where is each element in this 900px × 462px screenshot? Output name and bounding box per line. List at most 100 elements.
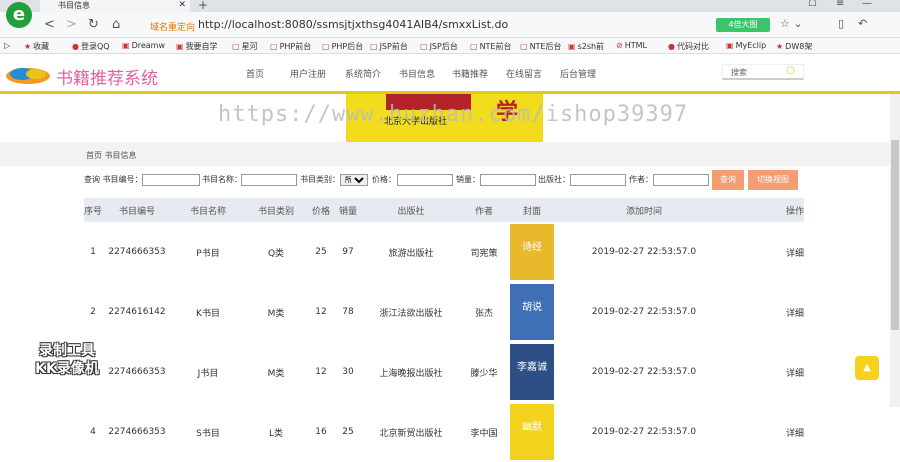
tab-close-icon[interactable]: ✕ (178, 0, 186, 11)
detail-link[interactable]: 详细 (732, 342, 804, 402)
cover-image[interactable]: 幽默 (510, 404, 554, 460)
bookmark-item[interactable]: ▢ NTE前台 (470, 41, 512, 52)
site-logo-icon (6, 68, 50, 84)
cover-text: 幽默 (522, 422, 542, 433)
cover-text: 李嘉诚 (517, 362, 547, 373)
search-icon[interactable]: ○ (786, 65, 795, 76)
bookmark-item[interactable]: ● 代码对比 (668, 41, 709, 52)
cell-price: 25 (315, 247, 327, 257)
toggle-view-button[interactable]: 切换视图 (748, 170, 798, 190)
minimize-icon[interactable]: — (862, 0, 872, 9)
cell-sales: 25 (342, 427, 354, 437)
category-select[interactable]: 所有 (340, 174, 368, 186)
refresh-icon[interactable]: ↻ (88, 17, 99, 32)
cell-category: M类 (267, 308, 285, 319)
price-label: 价格： (372, 175, 396, 184)
site-search-input[interactable]: 搜索 ○ (722, 64, 804, 80)
cell-time: 2019-02-27 22:53:57.0 (591, 247, 697, 257)
table-row: 3 2274666353 J书目 M类 12 30 上海晚报出版社 滕少华 李嘉… (84, 342, 804, 402)
col-author: 作者 (460, 198, 508, 222)
back-icon[interactable]: < (44, 17, 55, 32)
cell-publisher: 旅游出版社 (388, 248, 434, 259)
publisher-input[interactable] (570, 174, 626, 186)
sales-input[interactable] (480, 174, 536, 186)
cell-price: 12 (315, 307, 327, 317)
forward-icon[interactable]: > (66, 17, 77, 32)
nav-message[interactable]: 在线留言 (506, 67, 542, 80)
table-header-row: 序号 书目编号 书目名称 书目类别 价格 销量 出版社 作者 封面 添加时间 操… (84, 198, 804, 222)
bookmark-item[interactable]: ▣ MyEclip (726, 41, 766, 50)
cell-cover: 李嘉诚 (508, 342, 556, 402)
back-to-top-icon[interactable]: ▲ (855, 356, 879, 380)
bookmarks-toggle-icon[interactable]: ▷ (4, 41, 10, 50)
bookmark-item[interactable]: ▢ PHP后台 (322, 41, 363, 52)
cell-price: 16 (315, 427, 327, 437)
cover-text: 诗经 (522, 242, 542, 253)
nav-books[interactable]: 书目信息 (399, 67, 435, 80)
price-input[interactable] (397, 174, 453, 186)
nav-recommend[interactable]: 书籍推荐 (452, 67, 488, 80)
nav-intro[interactable]: 系统简介 (345, 67, 381, 80)
new-tab-icon[interactable]: + (198, 0, 208, 12)
bookmark-item[interactable]: ▢ JSP前台 (370, 41, 408, 52)
reader-icon[interactable]: ▯ (838, 17, 844, 30)
bookmark-item[interactable]: ▣ Dreamw (122, 41, 165, 50)
cover-image[interactable]: 诗经 (510, 224, 554, 280)
bookmark-item[interactable]: ▢ NTE后台 (520, 41, 562, 52)
undo-icon[interactable]: ↶ (858, 17, 867, 30)
nav-home[interactable]: 首页 (246, 67, 264, 80)
name-input[interactable] (241, 174, 297, 186)
address-tools-icon[interactable]: ☆ ⌄ (780, 17, 803, 30)
author-label: 作者： (629, 175, 653, 184)
scrollbar-thumb[interactable] (891, 140, 899, 330)
home-icon[interactable]: ⌂ (112, 17, 120, 32)
cell-name: J书目 (197, 368, 219, 379)
bookmark-item[interactable]: ▢ 星河 (232, 41, 258, 52)
col-publisher: 出版社 (362, 198, 460, 222)
cell-sales: 78 (342, 307, 354, 317)
detail-link[interactable]: 详细 (732, 282, 804, 342)
browser-tab[interactable]: 书目信息 ✕ (40, 0, 190, 12)
bookmark-item[interactable]: ▢ PHP前台 (270, 41, 311, 52)
cell-isbn: 2274666353 (108, 367, 166, 377)
cell-sales: 30 (342, 367, 354, 377)
cover-image[interactable]: 胡说 (510, 284, 554, 340)
browser-tab-bar: 书目信息 ✕ + ☖ ≡ — (0, 0, 900, 12)
nav-register[interactable]: 用户注册 (290, 67, 326, 80)
bookmark-item[interactable]: ⊘ HTML (616, 41, 647, 50)
menu-icon[interactable]: ≡ (836, 0, 844, 9)
bookmark-item[interactable]: ★ 收藏 (24, 41, 49, 52)
url-input[interactable]: http://localhost:8080/ssmsjtjxthsg4041AI… (198, 18, 508, 31)
isbn-input[interactable] (142, 174, 200, 186)
col-isbn: 书目编号 (102, 198, 172, 222)
bookmark-item[interactable]: ★ DW8架 (776, 41, 812, 52)
cell-time: 2019-02-27 22:53:57.0 (591, 427, 697, 437)
col-time: 添加时间 (556, 198, 732, 222)
cell-name: P书目 (196, 248, 220, 259)
cell-isbn: 2274666353 (108, 427, 166, 437)
author-input[interactable] (653, 174, 709, 186)
detail-link[interactable]: 详细 (732, 222, 804, 282)
cell-name: S书目 (196, 428, 220, 439)
bookmark-item[interactable]: ▣ 我要自学 (176, 41, 218, 52)
cell-price: 12 (315, 367, 327, 377)
detail-link[interactable]: 详细 (732, 402, 804, 462)
col-action: 操作 (732, 198, 804, 222)
skin-icon[interactable]: ☖ (808, 0, 817, 9)
search-button[interactable]: 查询 (712, 170, 744, 190)
browser-logo-icon: e (6, 2, 32, 28)
cell-cover: 幽默 (508, 402, 556, 462)
bookmark-item[interactable]: ● 登录QQ (72, 41, 110, 52)
cover-image[interactable]: 李嘉诚 (510, 344, 554, 400)
page-scrollbar[interactable] (890, 94, 900, 407)
address-bar: < > ↻ ⌂ 域名重定向 http://localhost:8080/ssms… (0, 12, 900, 38)
col-price: 价格 (308, 198, 334, 222)
bookmark-item[interactable]: ▢ JSP后台 (420, 41, 458, 52)
col-no: 序号 (84, 198, 102, 222)
site-title: 书籍推荐系统 (56, 69, 158, 89)
redirect-label: 域名重定向 (150, 23, 196, 33)
bookmark-item[interactable]: ▣ s2sh前 (568, 41, 604, 52)
cell-publisher: 浙江法欲出版社 (379, 308, 443, 319)
nav-admin[interactable]: 后台管理 (560, 67, 596, 80)
speed-badge[interactable]: 4倍大图 (716, 18, 770, 32)
